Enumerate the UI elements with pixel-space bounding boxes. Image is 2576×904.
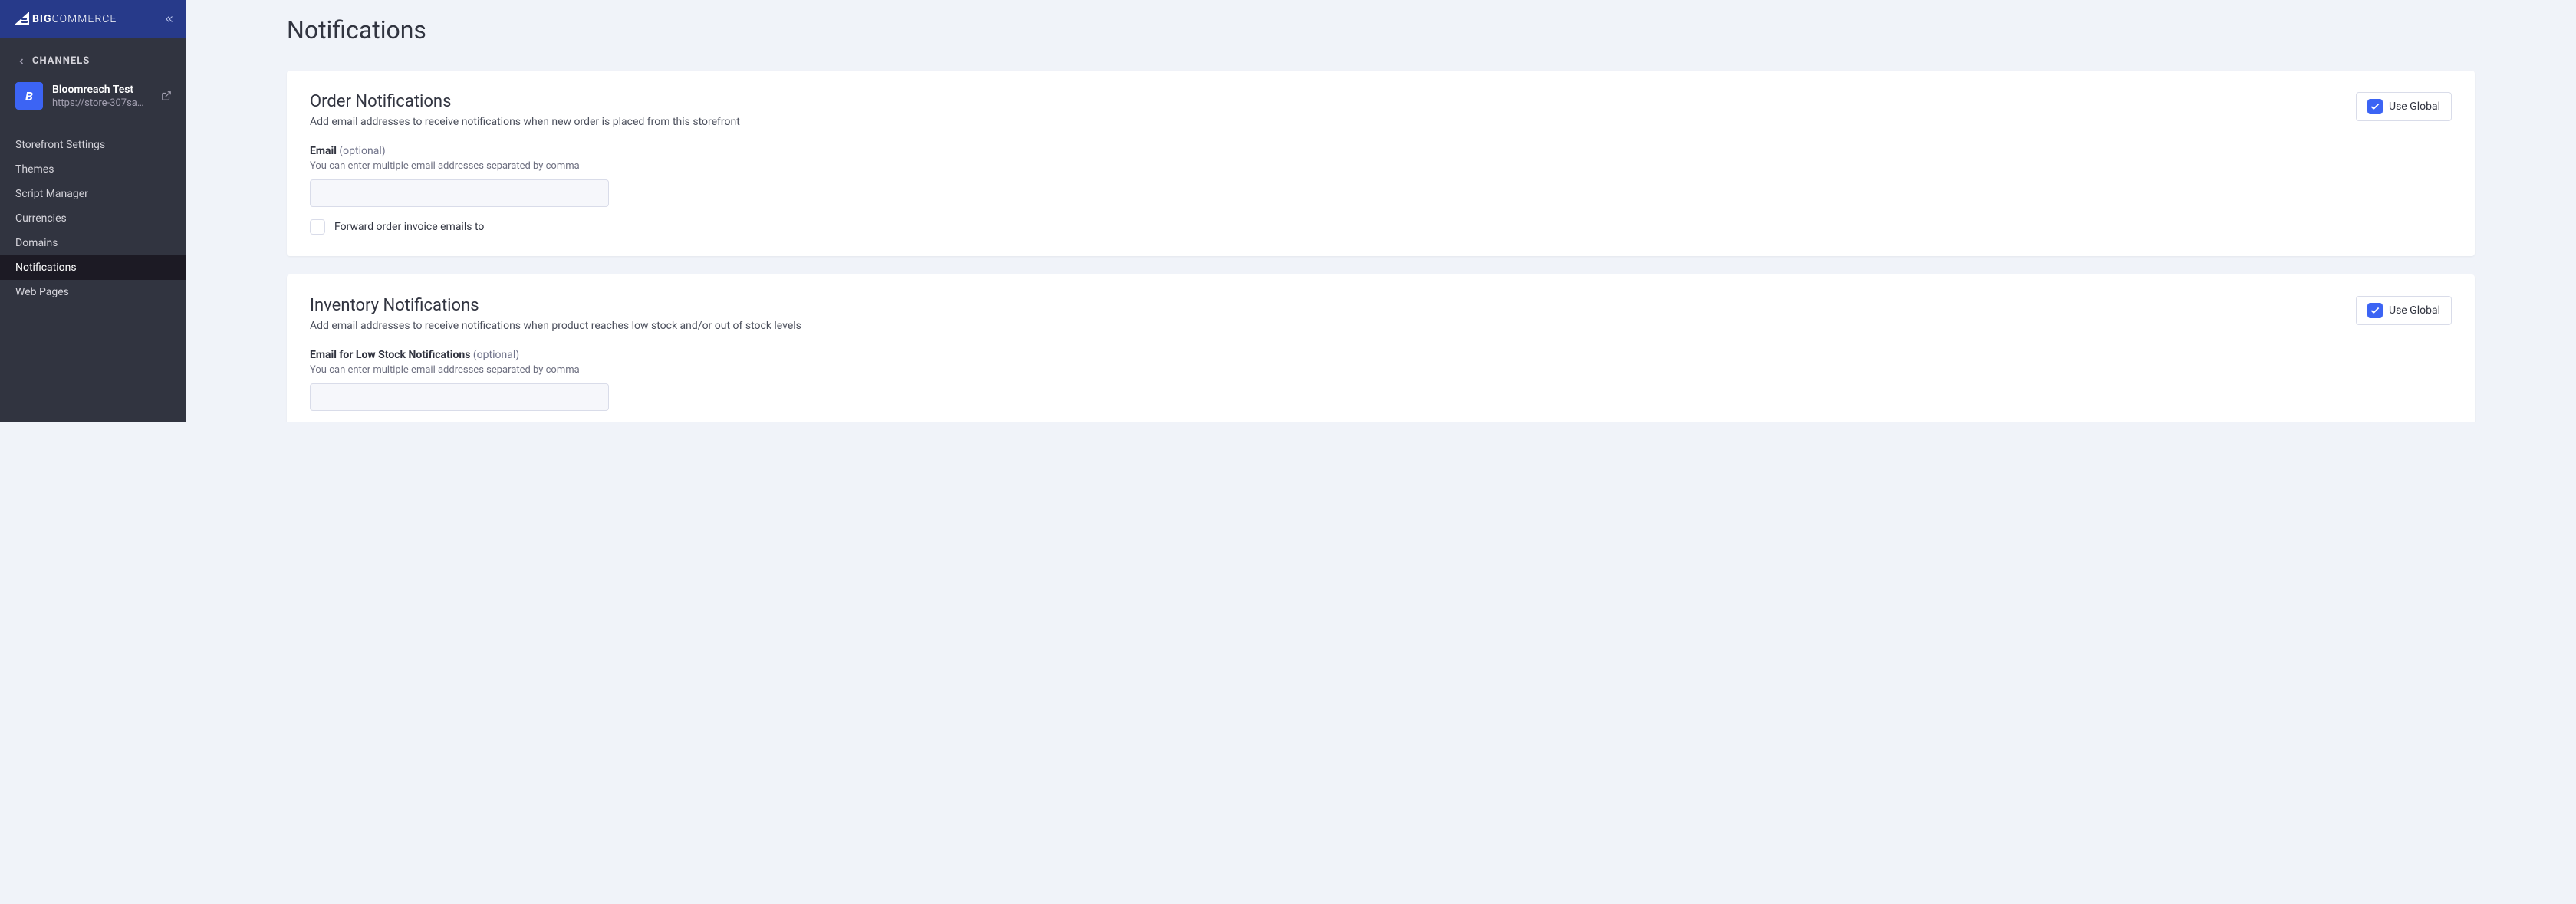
sidebar-item-storefront-settings[interactable]: Storefront Settings (0, 133, 186, 157)
sidebar-item-web-pages[interactable]: Web Pages (0, 280, 186, 304)
chevron-left-icon (17, 57, 26, 66)
channels-label: CHANNELS (32, 55, 90, 67)
order-email-label: Email (optional) (310, 145, 2452, 157)
order-card-title: Order Notifications (310, 92, 2356, 111)
sidebar-item-script-manager[interactable]: Script Manager (0, 182, 186, 206)
channel-icon: B (15, 82, 43, 110)
sidebar-item-currencies[interactable]: Currencies (0, 206, 186, 231)
inventory-low-email-help: You can enter multiple email addresses s… (310, 364, 2452, 376)
page-title: Notifications (287, 15, 2475, 44)
channel-name: Bloomreach Test (52, 84, 152, 96)
inventory-card-desc: Add email addresses to receive notificat… (310, 320, 2356, 332)
logo-text: BIGCOMMERCE (32, 13, 117, 25)
order-email-help: You can enter multiple email addresses s… (310, 160, 2452, 172)
sidebar-item-themes[interactable]: Themes (0, 157, 186, 182)
order-email-field: Email (optional) You can enter multiple … (310, 145, 2452, 207)
channel-url: https://store-307sa… (52, 97, 152, 109)
forward-invoice-label: Forward order invoice emails to (334, 221, 484, 233)
channel-card: B Bloomreach Test https://store-307sa… (0, 76, 186, 123)
use-global-label: Use Global (2389, 304, 2440, 317)
channels-back[interactable]: CHANNELS (0, 38, 186, 76)
inventory-low-email-label: Email for Low Stock Notifications (optio… (310, 349, 2452, 361)
logo[interactable]: BIGCOMMERCE (11, 8, 117, 30)
logo-icon (11, 8, 32, 30)
checkbox-checked-icon (2367, 99, 2383, 114)
collapse-sidebar-button[interactable] (164, 14, 175, 25)
use-global-label: Use Global (2389, 100, 2440, 113)
side-nav: Storefront Settings Themes Script Manage… (0, 123, 186, 304)
sidebar-item-notifications[interactable]: Notifications (0, 255, 186, 280)
main-content: Notifications Order Notifications Add em… (186, 0, 2576, 422)
checkbox-checked-icon (2367, 303, 2383, 318)
sidebar-header: BIGCOMMERCE (0, 0, 186, 38)
inventory-notifications-card: Inventory Notifications Add email addres… (287, 274, 2475, 422)
order-notifications-card: Order Notifications Add email addresses … (287, 71, 2475, 256)
inventory-card-title: Inventory Notifications (310, 296, 2356, 315)
order-use-global-toggle[interactable]: Use Global (2356, 92, 2452, 121)
order-card-desc: Add email addresses to receive notificat… (310, 116, 2356, 128)
forward-invoice-row: Forward order invoice emails to (310, 219, 2452, 235)
inventory-low-stock-email-field: Email for Low Stock Notifications (optio… (310, 349, 2452, 411)
forward-invoice-checkbox[interactable] (310, 219, 325, 235)
channel-info: Bloomreach Test https://store-307sa… (52, 84, 152, 109)
inventory-use-global-toggle[interactable]: Use Global (2356, 296, 2452, 325)
order-email-input[interactable] (310, 179, 609, 207)
sidebar-item-domains[interactable]: Domains (0, 231, 186, 255)
external-link-icon[interactable] (161, 90, 172, 101)
inventory-low-email-input[interactable] (310, 383, 609, 411)
sidebar: BIGCOMMERCE CHANNELS B Bloomreach Test h… (0, 0, 186, 422)
